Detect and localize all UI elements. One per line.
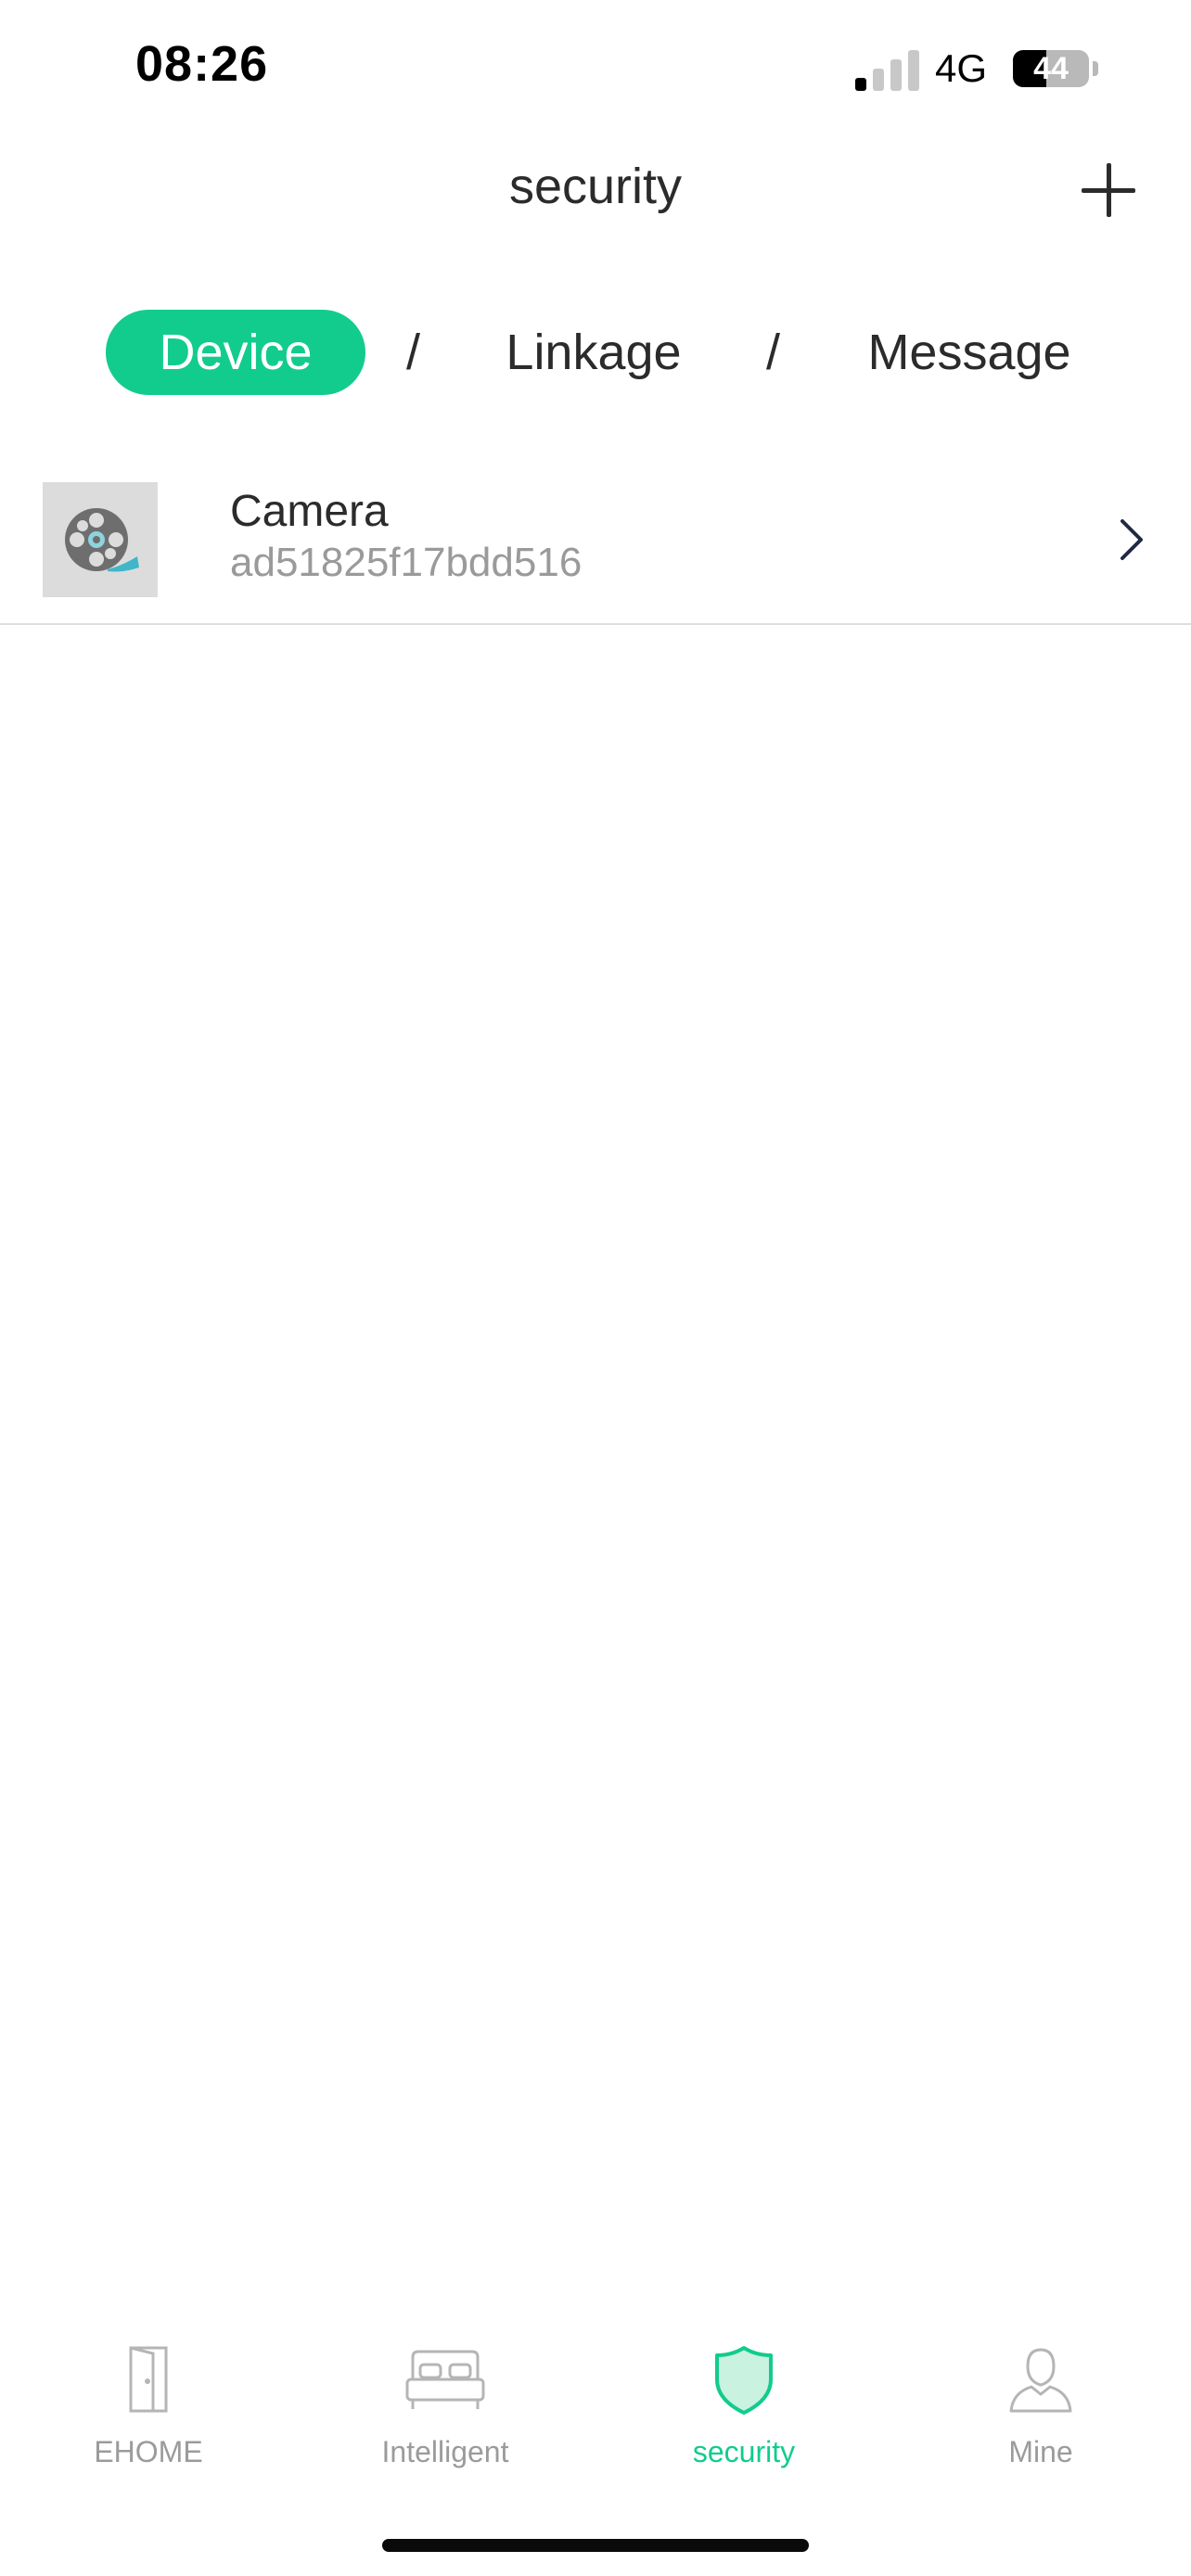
tabbar-label: security xyxy=(692,2435,796,2468)
door-icon xyxy=(116,2342,181,2421)
tab-linkage[interactable]: Linkage xyxy=(482,310,705,395)
film-reel-icon xyxy=(43,482,158,597)
tabbar-label: EHOME xyxy=(94,2435,203,2468)
tabbar-item-ehome[interactable]: EHOME xyxy=(56,2342,241,2481)
bottom-tab-bar: EHOME Intelligent security Mine xyxy=(0,2327,1191,2494)
battery-icon: 44 xyxy=(1013,50,1089,87)
tab-device[interactable]: Device xyxy=(106,310,365,395)
chevron-right-icon xyxy=(1111,512,1148,567)
battery-percent: 44 xyxy=(1033,51,1069,86)
tabbar-item-security[interactable]: security xyxy=(651,2342,837,2481)
tabbar-item-intelligent[interactable]: Intelligent xyxy=(352,2342,538,2481)
cellular-signal-icon xyxy=(855,48,920,91)
network-type: 4G xyxy=(935,46,988,90)
device-list-item[interactable]: Camera ad51825f17bdd516 xyxy=(0,462,1191,625)
tab-message[interactable]: Message xyxy=(846,310,1093,395)
tab-separator: / xyxy=(766,325,781,380)
battery-tip xyxy=(1093,61,1098,76)
shield-icon xyxy=(711,2342,776,2421)
page-title: security xyxy=(508,159,683,214)
tabbar-item-mine[interactable]: Mine xyxy=(948,2342,1133,2481)
add-button[interactable] xyxy=(1076,158,1141,223)
tab-separator: / xyxy=(406,325,421,380)
tabbar-label: Intelligent xyxy=(381,2435,509,2468)
status-time: 08:26 xyxy=(135,36,269,92)
tabbar-label: Mine xyxy=(1008,2435,1073,2468)
bed-icon xyxy=(403,2342,487,2421)
device-id: ad51825f17bdd516 xyxy=(230,540,583,585)
status-bar: 08:26 4G 44 xyxy=(0,0,1191,139)
device-name: Camera xyxy=(230,487,389,536)
home-indicator xyxy=(382,2539,809,2552)
person-icon xyxy=(1004,2342,1078,2421)
